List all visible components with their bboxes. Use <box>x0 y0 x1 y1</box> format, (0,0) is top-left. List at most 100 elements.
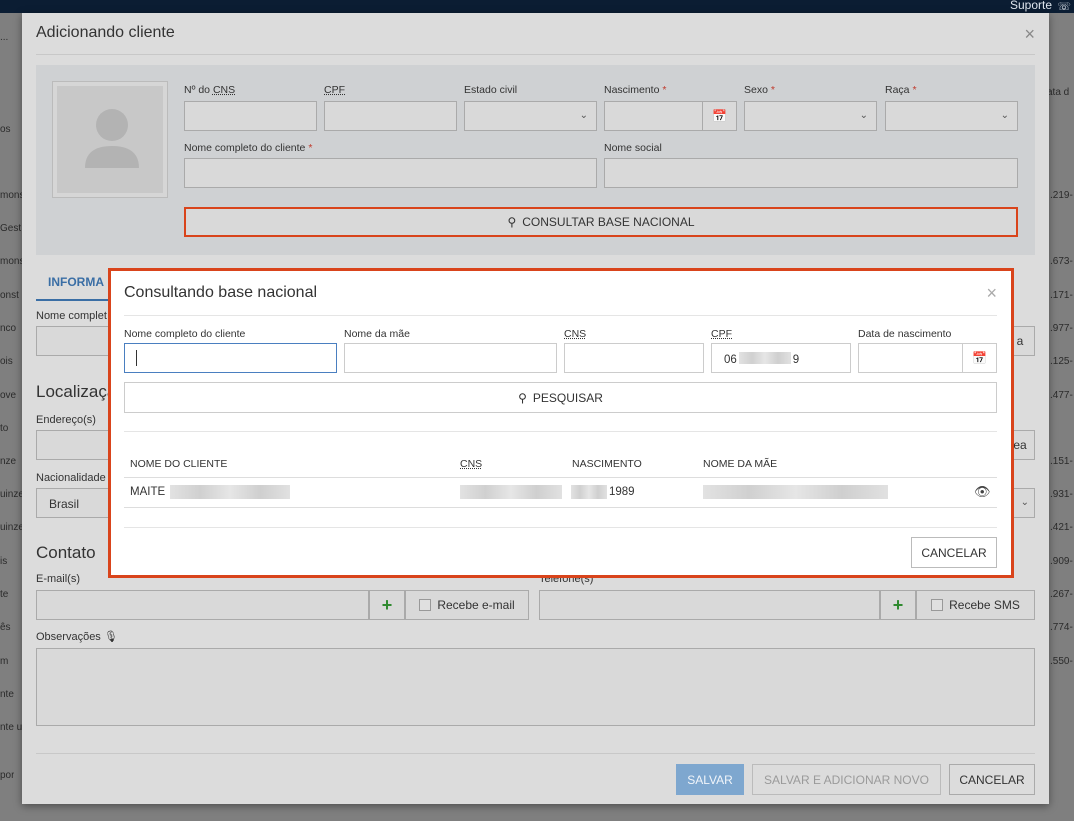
addresses-label: Endereço(s) <box>36 414 96 426</box>
headset-icon[interactable]: ☏ <box>1057 0 1071 13</box>
cancel-button[interactable]: CANCELAR <box>949 764 1035 795</box>
full-name-input[interactable] <box>184 158 597 188</box>
birth-date-input[interactable]: 📅 <box>858 343 997 373</box>
bg-text: nco <box>0 323 17 334</box>
consult-national-base-button[interactable]: ⚲ CONSULTAR BASE NACIONAL <box>184 207 1018 237</box>
bg-text: te <box>0 589 9 600</box>
bg-text: onst <box>0 290 19 301</box>
redacted-value <box>460 485 562 499</box>
full-name-label: Nome completo do cliente * <box>184 142 313 154</box>
birth-date-label: Nascimento * <box>604 84 667 96</box>
client-photo[interactable] <box>52 81 168 198</box>
bg-text: mons <box>0 256 25 267</box>
bg-text: m <box>0 656 9 667</box>
divider <box>124 315 997 316</box>
divider <box>124 507 997 508</box>
marital-status-select[interactable]: ⌄ <box>464 101 597 131</box>
text-cursor <box>136 350 137 366</box>
add-email-button[interactable]: + <box>369 590 405 620</box>
column-header-mother-name[interactable]: NOME DA MÃE <box>703 458 777 470</box>
client-name-input[interactable] <box>124 343 337 373</box>
support-link[interactable]: Suporte <box>1010 0 1052 12</box>
full-name-input-2[interactable] <box>36 326 116 356</box>
bg-text: .219- <box>1050 190 1073 201</box>
phone-input[interactable] <box>539 590 880 620</box>
social-name-input[interactable] <box>604 158 1018 188</box>
contact-section-title: Contato <box>36 543 96 562</box>
bg-text: .774- <box>1050 622 1073 633</box>
avatar-placeholder-icon <box>57 86 163 193</box>
calendar-icon[interactable]: 📅 <box>962 344 996 372</box>
search-button[interactable]: ⚲ PESQUISAR <box>124 382 997 413</box>
full-name-label-2: Nome complet <box>36 310 107 322</box>
top-bar <box>0 0 1074 13</box>
bg-text: is <box>0 556 8 567</box>
checkbox-icon <box>931 599 944 611</box>
eye-icon[interactable]: 👁 <box>974 484 991 500</box>
add-phone-button[interactable]: + <box>880 590 916 620</box>
mother-name-input[interactable] <box>344 343 557 373</box>
bg-text: .125- <box>1050 356 1073 367</box>
close-icon[interactable]: × <box>1024 24 1035 45</box>
cpf-input[interactable] <box>324 101 457 131</box>
bg-text: .421- <box>1050 522 1073 533</box>
divider <box>124 527 997 528</box>
column-header-birth-date[interactable]: NASCIMENTO <box>572 458 642 470</box>
nationality-select[interactable]: Brasil <box>36 488 116 518</box>
search-icon: ⚲ <box>507 215 517 229</box>
redacted-value <box>571 485 607 499</box>
microphone-icon[interactable]: 🎙 <box>104 631 118 643</box>
tab-information[interactable]: INFORMA <box>48 275 104 289</box>
save-button[interactable]: SALVAR <box>676 764 744 795</box>
bg-text: to <box>0 423 9 434</box>
location-section-title: Localizaçã <box>36 382 117 401</box>
birth-date-input[interactable]: 📅 <box>604 101 737 131</box>
bg-text: .171- <box>1050 290 1073 301</box>
bg-text: .550- <box>1050 656 1073 667</box>
plus-icon: + <box>892 594 904 615</box>
bg-text: ... <box>0 32 9 43</box>
bg-text: os <box>0 124 11 135</box>
redacted-value <box>703 485 888 499</box>
bg-text: .931- <box>1050 489 1073 500</box>
bg-text: .151- <box>1050 456 1073 467</box>
bg-text: .673- <box>1050 256 1073 267</box>
bg-text: ove <box>0 390 17 401</box>
social-name-label: Nome social <box>604 142 662 154</box>
bg-text: nze <box>0 456 17 467</box>
observations-label: Observações 🎙 <box>36 631 118 643</box>
search-icon: ⚲ <box>518 390 527 405</box>
bg-text: nte u <box>0 722 23 733</box>
race-select[interactable]: ⌄ <box>885 101 1018 131</box>
receive-sms-checkbox[interactable]: Recebe SMS <box>916 590 1035 620</box>
bg-text: .267- <box>1050 589 1073 600</box>
cancel-button[interactable]: CANCELAR <box>911 537 997 568</box>
nationality-dropdown[interactable]: ⌄ <box>1012 488 1035 518</box>
divider <box>36 753 1035 754</box>
column-header-client-name[interactable]: NOME DO CLIENTE <box>130 458 227 470</box>
bg-text: ois <box>0 356 13 367</box>
email-input[interactable] <box>36 590 369 620</box>
bg-text: .977- <box>1050 323 1073 334</box>
calendar-icon[interactable]: 📅 <box>702 102 736 130</box>
bg-text: uinze <box>0 522 24 533</box>
bg-text: Gest <box>0 223 22 234</box>
cns-input[interactable] <box>564 343 704 373</box>
divider <box>36 54 1035 55</box>
sex-label: Sexo * <box>744 84 775 96</box>
bg-text: ês <box>0 622 11 633</box>
address-input[interactable] <box>36 430 116 460</box>
chevron-down-icon: ⌄ <box>859 110 868 121</box>
close-icon[interactable]: × <box>986 283 997 304</box>
nationality-label: Nacionalidade <box>36 472 106 484</box>
column-header-cns[interactable]: CNS <box>460 458 482 470</box>
observations-textarea[interactable] <box>36 648 1035 726</box>
sex-select[interactable]: ⌄ <box>744 101 877 131</box>
cns-input[interactable] <box>184 101 317 131</box>
receive-email-checkbox[interactable]: Recebe e-mail <box>405 590 529 620</box>
national-base-search-dialog: Consultando base nacional × Nome complet… <box>108 268 1014 578</box>
save-and-add-new-button[interactable]: SALVAR E ADICIONAR NOVO <box>752 764 941 795</box>
client-name-cell: MAITE <box>130 486 166 498</box>
table-row[interactable]: MAITE 1989 👁 <box>124 478 997 507</box>
cpf-input[interactable]: 06 9 <box>711 343 851 373</box>
